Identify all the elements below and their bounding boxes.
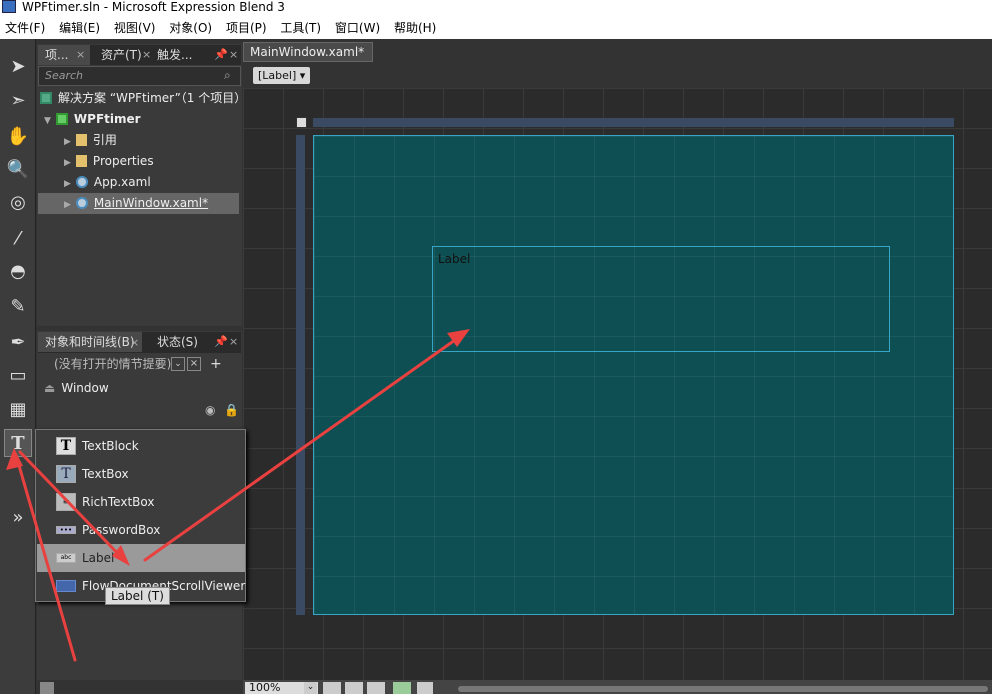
close-storyboard-icon[interactable]: ×: [187, 357, 201, 371]
rectangle-icon[interactable]: ▭: [4, 362, 32, 390]
direct-selection-icon[interactable]: ➣: [4, 87, 32, 115]
selection-icon[interactable]: ➤: [4, 53, 32, 81]
design-window[interactable]: [313, 135, 954, 615]
scope-up-icon[interactable]: ⏏: [44, 381, 55, 395]
expand-arrow-icon[interactable]: ▶: [64, 158, 71, 168]
horizontal-scrollbar[interactable]: [458, 686, 988, 692]
flowdocument-icon: [56, 580, 76, 592]
menu-view[interactable]: 视图(V): [109, 17, 161, 39]
label-control[interactable]: [432, 246, 890, 352]
project-icon: [55, 113, 68, 125]
xaml-file-icon: [75, 176, 88, 188]
label-content: Label: [438, 252, 471, 266]
snap-lines-icon[interactable]: [393, 682, 411, 694]
window-title: WPFtimer.sln - Microsoft Expression Blen…: [22, 0, 285, 14]
eyedropper-icon[interactable]: ⁄: [4, 225, 32, 253]
menu-help[interactable]: 帮助(H): [389, 17, 441, 39]
text-tool-icon[interactable]: T: [4, 429, 32, 457]
pin-icon[interactable]: 📌: [214, 335, 228, 348]
folder-icon: [75, 155, 87, 167]
asset-expand-icon[interactable]: »: [4, 504, 32, 532]
effects-toggle-icon[interactable]: [323, 682, 341, 694]
grid-layout-icon[interactable]: ▦: [4, 396, 32, 424]
label-icon: abc: [56, 553, 76, 563]
tab-states[interactable]: 状态(S): [150, 332, 198, 352]
tab-mainwindow[interactable]: MainWindow.xaml* ×: [243, 42, 373, 77]
project-tabs: 项... × 资产(T) × 触发... 📌 ×: [38, 45, 241, 65]
menu-bar: 文件(F) 编辑(E) 视图(V) 对象(O) 项目(P) 工具(T) 窗口(W…: [0, 17, 992, 39]
add-storyboard-icon[interactable]: +: [210, 356, 222, 372]
chevron-down-icon: ▾: [299, 69, 306, 82]
expand-arrow-icon[interactable]: ▶: [64, 179, 71, 189]
richtextbox-icon: ≡: [56, 493, 76, 511]
menu-item-label[interactable]: abc Label: [37, 544, 245, 572]
menu-item-richtextbox[interactable]: ≡ RichTextBox: [37, 488, 245, 516]
grid-ruler-top[interactable]: [313, 118, 954, 127]
annotations-icon[interactable]: [417, 682, 433, 694]
objects-tabs: 对象和时间线(B) × 状态(S) 📌 ×: [38, 332, 241, 353]
snap-grid-icon[interactable]: [367, 682, 385, 694]
eye-icon[interactable]: ◉: [205, 403, 215, 417]
zoom-icon[interactable]: 🔍: [4, 156, 32, 184]
solution-icon: [40, 92, 52, 104]
tree-window[interactable]: ⏏ Window: [44, 378, 109, 399]
lock-icon[interactable]: 🔒: [224, 403, 239, 417]
paint-bucket-icon[interactable]: ◓: [4, 258, 32, 286]
menu-edit[interactable]: 编辑(E): [54, 17, 105, 39]
folder-icon: [75, 134, 87, 146]
menu-file[interactable]: 文件(F): [0, 17, 50, 39]
close-icon[interactable]: ×: [229, 335, 238, 348]
pin-icon[interactable]: 📌: [214, 48, 228, 61]
camera-orbit-icon[interactable]: ◎: [4, 189, 32, 217]
tree-mainwindow-xaml[interactable]: ▶ MainWindow.xaml*: [38, 193, 239, 214]
tree-references[interactable]: ▶ 引用: [64, 130, 117, 151]
expand-arrow-icon[interactable]: ▼: [44, 116, 51, 126]
app-icon: [2, 0, 16, 13]
menu-tools[interactable]: 工具(T): [275, 17, 326, 39]
timeline-toggle-icon[interactable]: [40, 682, 54, 694]
menu-item-textblock[interactable]: T TextBlock: [37, 432, 245, 460]
zoom-dropdown-icon[interactable]: ⌄: [304, 682, 317, 694]
menu-project[interactable]: 项目(P): [221, 17, 272, 39]
tree-app-xaml[interactable]: ▶ App.xaml: [64, 172, 151, 193]
menu-item-passwordbox[interactable]: ••• PasswordBox: [37, 516, 245, 544]
storyboard-dropdown-icon[interactable]: ⌄: [171, 357, 185, 371]
textblock-icon: T: [56, 437, 76, 455]
passwordbox-icon: •••: [56, 526, 76, 534]
close-icon[interactable]: ×: [229, 48, 238, 61]
title-bar: WPFtimer.sln - Microsoft Expression Blen…: [0, 0, 992, 17]
search-icon: ⌕: [224, 68, 231, 82]
expand-arrow-icon[interactable]: ▶: [64, 200, 71, 210]
gridlines-toggle-icon[interactable]: [345, 682, 363, 694]
tooltip: Label (T): [105, 587, 170, 605]
layout-grid-icon[interactable]: [296, 117, 307, 128]
close-icon[interactable]: ×: [76, 48, 85, 61]
tree-solution[interactable]: 解决方案 “WPFtimer”（1 个项目）: [40, 88, 246, 109]
menu-item-textbox[interactable]: T TextBox: [37, 460, 245, 488]
menu-object[interactable]: 对象(O): [164, 17, 217, 39]
grid-ruler-left[interactable]: [296, 135, 305, 615]
tree-project[interactable]: ▼ WPFtimer: [44, 109, 141, 130]
textbox-icon: T: [56, 465, 76, 483]
pen-icon[interactable]: ✒: [4, 329, 32, 357]
expand-arrow-icon[interactable]: ▶: [64, 137, 71, 147]
search-input[interactable]: Search: [38, 66, 241, 86]
toolbox: ➤ ➣ ✋ 🔍 ◎ ⁄ ◓ ✎ ✒ ▭ ▦ T »: [0, 39, 36, 694]
breadcrumb[interactable]: [Label] ▾: [253, 67, 311, 84]
tree-properties[interactable]: ▶ Properties: [64, 151, 154, 172]
text-controls-popup: T TextBlock T TextBox ≡ RichTextBox ••• Pass…: [35, 429, 246, 602]
pan-hand-icon[interactable]: ✋: [4, 123, 32, 151]
xaml-file-icon: [75, 197, 88, 209]
close-icon[interactable]: ×: [130, 336, 139, 349]
tab-objects-timeline[interactable]: 对象和时间线(B): [38, 332, 142, 352]
menu-window[interactable]: 窗口(W): [330, 17, 385, 39]
tab-triggers[interactable]: 触发...: [150, 45, 200, 65]
pencil-icon[interactable]: ✎: [4, 293, 32, 321]
